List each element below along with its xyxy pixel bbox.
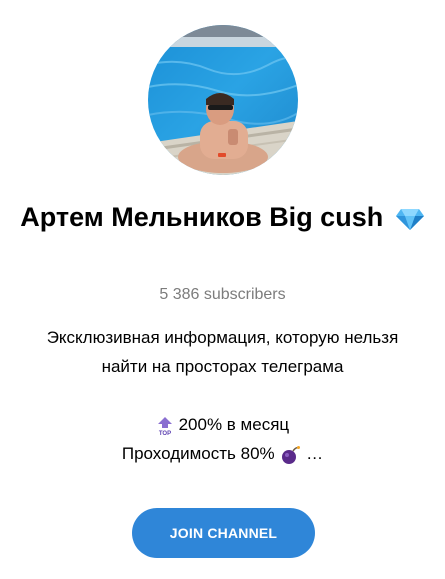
description-line-3: TOP 200% в месяц [10,410,435,439]
join-channel-button[interactable]: JOIN CHANNEL [132,508,315,558]
description-line-4-text: Проходимость 80% [121,444,275,463]
gem-icon [395,207,425,231]
channel-name: Артем Мельников Big cush [20,202,384,232]
channel-description: Эксклюзивная информация, которую нельзя … [10,323,435,468]
channel-avatar [148,25,298,175]
description-line-4-suffix: … [306,444,324,463]
description-line-1: Эксклюзивная информация, которую нельзя [46,328,399,347]
top-arrow-icon: TOP [156,416,174,436]
description-line-4: Проходимость 80% … [10,439,435,468]
avatar-image [148,25,298,175]
subscriber-count: 5 386 subscribers [159,286,286,303]
description-spacer [10,381,435,410]
description-line-3-text: 200% в месяц [178,415,290,434]
description-line-2: найти на просторах телеграма [101,357,344,376]
channel-title: Артем Мельников Big cush [20,198,425,236]
bomb-icon [279,445,301,465]
svg-text:TOP: TOP [159,431,171,436]
